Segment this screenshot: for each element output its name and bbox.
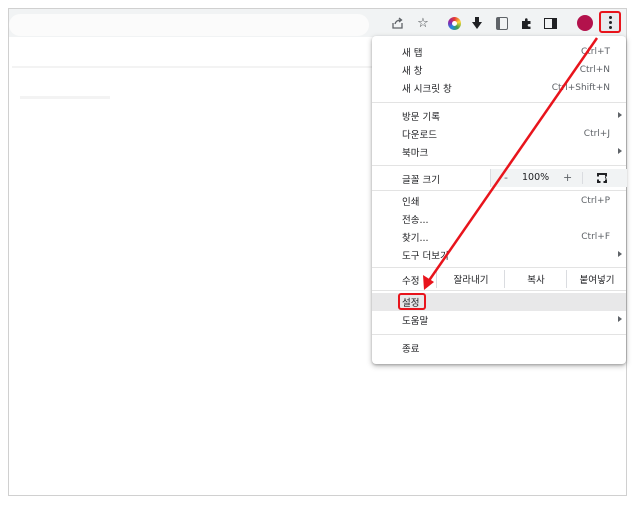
menu-item-label: 찾기...	[402, 233, 429, 244]
menu-item-label: 도구 더보기	[402, 251, 449, 262]
menu-item-shortcut: Ctrl+T	[580, 47, 610, 57]
menu-edit-row: 수정 잘라내기 복사 붙여넣기	[372, 270, 626, 288]
menu-item-find[interactable]: 찾기... Ctrl+F	[372, 228, 626, 246]
page-content-placeholder	[20, 96, 110, 99]
menu-divider	[372, 334, 626, 335]
menu-zoom-row: 글꼴 크기 - 100% +	[372, 169, 627, 187]
copy-button[interactable]: 복사	[504, 270, 567, 288]
page-content-placeholder	[12, 66, 372, 68]
reader-extension-icon[interactable]	[492, 13, 512, 33]
menu-item-history[interactable]: 방문 기록	[372, 107, 626, 125]
star-icon[interactable]: ☆	[413, 13, 433, 33]
paste-button[interactable]: 붙여넣기	[566, 270, 627, 288]
zoom-label: 글꼴 크기	[402, 175, 440, 186]
menu-item-exit[interactable]: 종료	[372, 339, 626, 357]
submenu-arrow-icon	[618, 316, 622, 322]
menu-item-label: 새 탭	[402, 48, 423, 59]
address-bar[interactable]	[9, 14, 369, 36]
menu-item-label: 다운로드	[402, 130, 437, 141]
menu-divider	[372, 267, 626, 268]
zoom-controls	[490, 169, 627, 187]
kebab-menu-icon[interactable]	[599, 11, 621, 33]
download-extension-icon[interactable]	[467, 13, 487, 33]
menu-item-shortcut: Ctrl+P	[581, 196, 610, 206]
menu-item-label: 도움말	[402, 316, 429, 327]
side-panel-icon[interactable]	[540, 13, 560, 33]
menu-item-label: 설정	[402, 298, 420, 309]
share-icon[interactable]	[387, 13, 407, 33]
cut-button[interactable]: 잘라내기	[436, 270, 505, 288]
color-extension-icon[interactable]	[444, 13, 464, 33]
menu-item-label: 북마크	[402, 148, 429, 159]
menu-item-shortcut: Ctrl+F	[581, 232, 610, 242]
menu-item-label: 새 창	[402, 66, 423, 77]
menu-divider	[372, 165, 626, 166]
submenu-arrow-icon	[618, 251, 622, 257]
menu-item-label: 방문 기록	[402, 112, 440, 123]
settings-highlight-box	[398, 293, 426, 310]
submenu-arrow-icon	[618, 148, 622, 154]
puzzle-icon[interactable]	[516, 13, 536, 33]
menu-item-help[interactable]: 도움말	[372, 311, 626, 329]
menu-item-new-window[interactable]: 새 창 Ctrl+N	[372, 61, 626, 79]
menu-item-shortcut: Ctrl+N	[579, 65, 610, 75]
menu-divider	[372, 290, 626, 291]
menu-item-label: 새 시크릿 창	[402, 84, 452, 95]
menu-divider	[372, 102, 626, 103]
menu-item-label: 인쇄	[402, 197, 420, 208]
zoom-level: 100%	[522, 172, 550, 183]
menu-item-incognito[interactable]: 새 시크릿 창 Ctrl+Shift+N	[372, 79, 626, 97]
edit-label: 수정	[402, 276, 420, 287]
zoom-out-button[interactable]: -	[504, 171, 508, 184]
menu-item-label: 종료	[402, 344, 420, 355]
chrome-menu: 새 탭 Ctrl+T 새 창 Ctrl+N 새 시크릿 창 Ctrl+Shift…	[372, 36, 627, 364]
menu-divider	[372, 190, 626, 191]
zoom-divider	[582, 172, 583, 184]
menu-item-shortcut: Ctrl+J	[583, 129, 610, 139]
menu-item-cast[interactable]: 전송...	[372, 210, 626, 228]
zoom-in-button[interactable]: +	[563, 171, 572, 184]
menu-item-new-tab[interactable]: 새 탭 Ctrl+T	[372, 43, 626, 61]
menu-item-bookmarks[interactable]: 북마크	[372, 143, 626, 161]
menu-item-more-tools[interactable]: 도구 더보기	[372, 246, 626, 264]
menu-item-print[interactable]: 인쇄 Ctrl+P	[372, 192, 626, 210]
menu-item-label: 전송...	[402, 215, 429, 226]
submenu-arrow-icon	[618, 112, 622, 118]
menu-item-downloads[interactable]: 다운로드 Ctrl+J	[372, 125, 626, 143]
profile-avatar[interactable]	[575, 13, 595, 33]
menu-item-shortcut: Ctrl+Shift+N	[551, 83, 610, 93]
